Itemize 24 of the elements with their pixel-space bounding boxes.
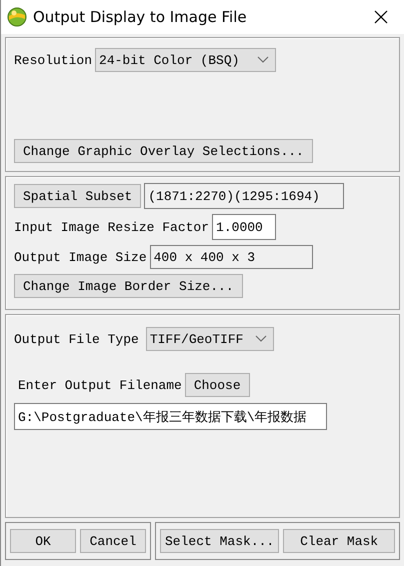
dialog-button[interactable]: Cancel — [80, 529, 146, 553]
chevron-down-icon — [254, 335, 267, 343]
file-type-label: Output File Type — [14, 332, 139, 346]
overlay-selections-button[interactable]: Change Graphic Overlay Selections... — [14, 139, 313, 163]
output-size-label: Output Image Size — [14, 250, 147, 264]
subset-field[interactable]: (1871:2270)(1295:1694) — [144, 183, 344, 209]
chevron-down-icon — [257, 56, 270, 64]
resize-factor-field[interactable]: 1.0000 — [212, 214, 276, 240]
resolution-dropdown[interactable]: 24-bit Color (BSQ) — [95, 48, 276, 72]
choose-button[interactable]: Choose — [184, 373, 250, 397]
dialog-button[interactable]: Clear Mask — [283, 529, 395, 553]
dialog-button[interactable]: OK — [10, 529, 76, 553]
window-title: Output Display to Image File — [33, 8, 248, 26]
resolution-label: Resolution — [14, 52, 92, 68]
dialog-button[interactable]: Select Mask... — [160, 529, 280, 553]
resize-factor-label: Input Image Resize Factor — [14, 220, 210, 234]
output-size-field[interactable]: 400 x 400 x 3 — [150, 245, 313, 269]
filename-field[interactable]: G:\Postgraduate\年报三年数据下载\年报数据 — [14, 403, 327, 430]
file-type-dropdown[interactable]: TIFF/GeoTIFF — [146, 327, 274, 351]
spatial-subset-button[interactable]: Spatial Subset — [14, 184, 142, 208]
close-icon[interactable] — [374, 10, 388, 24]
app-logo-icon — [7, 7, 27, 27]
border-size-button[interactable]: Change Image Border Size... — [14, 274, 243, 298]
filename-label: Enter Output Filename — [18, 378, 182, 392]
